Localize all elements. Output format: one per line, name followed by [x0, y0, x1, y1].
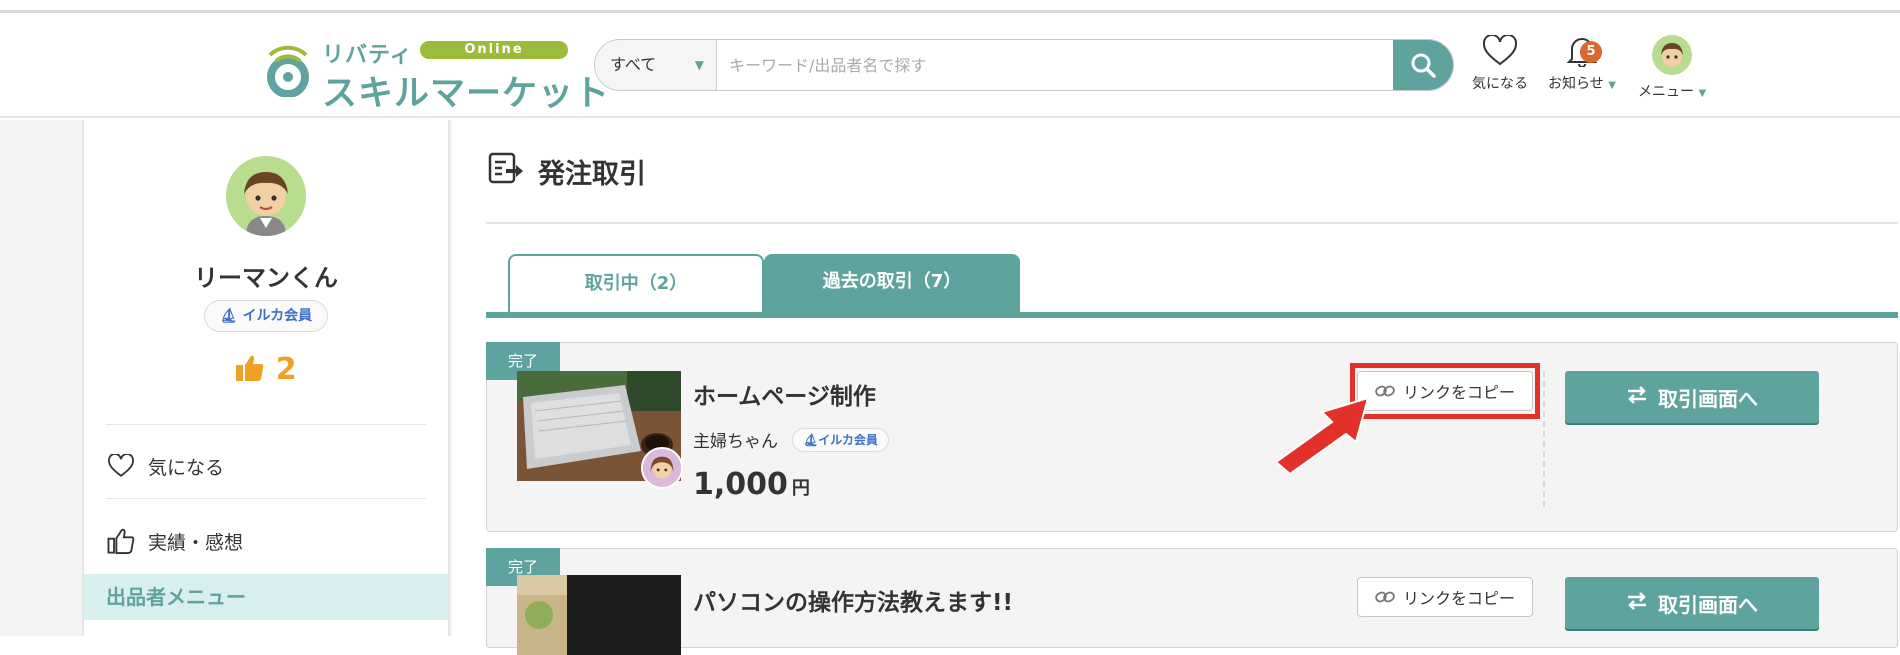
- sidebar-item-label: 実績・感想: [148, 531, 244, 554]
- thumbs-up-filled-icon: [236, 355, 264, 381]
- tab-in-progress[interactable]: 取引中（2）: [508, 254, 764, 312]
- logo-online-tag: Online: [420, 41, 568, 59]
- user-avatar-image: [226, 156, 306, 236]
- logo-brand-main: スキルマーケット: [322, 74, 611, 114]
- seller-menu-header[interactable]: 出品者メニュー: [84, 574, 448, 620]
- dashed-divider: [1543, 371, 1545, 507]
- divider: [106, 498, 426, 499]
- heart-icon: [106, 454, 136, 478]
- sidebar-item-favorites[interactable]: 気になる: [106, 446, 426, 486]
- computer-photo-image: [517, 575, 681, 655]
- dolphin-icon: ⛵︎: [803, 432, 819, 447]
- header-menu[interactable]: メニュー ▼: [1638, 35, 1706, 101]
- annotation-arrow-icon: [1276, 396, 1370, 476]
- thumbs-up-icon: [106, 528, 136, 554]
- wifi-logo-icon: [267, 45, 309, 97]
- order-card: 完了 パソコンの操作方法教えます!! リンクをコピー 取引画面へ: [486, 548, 1898, 655]
- sidebar: リーマンくん ⛵︎ イルカ会員 2 気になる 実績・感想 出品者メニュー: [82, 120, 450, 636]
- copy-link-label: リンクをコピー: [1402, 589, 1515, 608]
- seller-info: 主婦ちゃん ⛵︎イルカ会員: [693, 427, 889, 452]
- member-badge-label: イルカ会員: [242, 308, 313, 324]
- avatar: [1652, 35, 1693, 75]
- price-currency: 円: [791, 478, 810, 499]
- sidebar-item-label: 気になる: [148, 456, 225, 479]
- header-notifications[interactable]: 5 お知らせ ▼: [1548, 35, 1616, 93]
- page-body: リーマンくん ⛵︎ イルカ会員 2 気になる 実績・感想 出品者メニュー 発注取…: [0, 120, 1900, 655]
- user-avatar: [226, 156, 306, 236]
- likes-count-wrap: 2: [84, 352, 448, 387]
- seller-avatar[interactable]: [641, 447, 683, 489]
- dropdown-triangle-icon: ▼: [1608, 80, 1616, 91]
- likes-count: 2: [275, 352, 297, 387]
- tab-underline: [486, 312, 1898, 318]
- tab-past-orders[interactable]: 過去の取引（7）: [764, 254, 1020, 312]
- seller-avatar-image: [643, 449, 681, 487]
- copy-link-button[interactable]: リンクをコピー: [1357, 577, 1533, 617]
- page-title: 発注取引: [488, 152, 646, 191]
- open-transaction-button[interactable]: 取引画面へ: [1565, 577, 1819, 629]
- swap-arrows-icon: [1626, 591, 1648, 616]
- notifications-label: お知らせ: [1548, 76, 1604, 92]
- search-category-select[interactable]: すべて ▼: [595, 40, 717, 90]
- menu-label-wrap: メニュー ▼: [1638, 81, 1706, 101]
- swap-arrows-icon: [1626, 385, 1648, 410]
- notification-count-badge: 5: [1580, 41, 1602, 63]
- open-transaction-button[interactable]: 取引画面へ: [1565, 371, 1819, 423]
- order-title[interactable]: パソコンの操作方法教えます!!: [693, 583, 1013, 617]
- divider: [106, 424, 426, 425]
- link-icon: [1375, 588, 1395, 606]
- dolphin-icon: ⛵︎: [219, 308, 238, 324]
- title-divider: [486, 222, 1898, 224]
- search-input[interactable]: [719, 40, 1329, 90]
- highlight-box: [1350, 363, 1540, 419]
- order-thumbnail[interactable]: [517, 575, 681, 655]
- order-card: 完了 ホームページ制作 主婦ちゃん ⛵︎イルカ会員 1,000 円 リンクをコピ…: [486, 342, 1898, 532]
- seller-member-badge: ⛵︎イルカ会員: [792, 427, 889, 452]
- menu-label: メニュー: [1638, 84, 1694, 100]
- header-favorites[interactable]: 気になる: [1472, 33, 1528, 93]
- dropdown-triangle-icon: ▼: [1698, 88, 1707, 99]
- open-transaction-label: 取引画面へ: [1658, 592, 1758, 617]
- order-title[interactable]: ホームページ制作: [693, 377, 876, 411]
- main-content: 発注取引 取引中（2） 過去の取引（7） 完了 ホームページ制作 主婦ちゃん ⛵…: [452, 120, 1900, 655]
- member-badge: ⛵︎ イルカ会員: [204, 300, 328, 332]
- seller-member-badge-label: イルカ会員: [818, 432, 878, 447]
- chevron-down-icon: ▼: [694, 58, 704, 72]
- search-button[interactable]: [1393, 40, 1453, 90]
- user-name: リーマンくん: [194, 264, 338, 292]
- notifications-label-wrap: お知らせ ▼: [1548, 73, 1616, 93]
- order-price: 1,000 円: [693, 467, 810, 502]
- site-header: リバティ Online スキルマーケット すべて ▼ 気になる 5 お知らせ ▼…: [0, 13, 1900, 118]
- search-icon: [1411, 53, 1436, 78]
- search-category-value: すべて: [610, 55, 657, 74]
- price-value: 1,000: [693, 467, 788, 502]
- search-bar: すべて ▼: [594, 39, 1454, 91]
- page-title-text: 発注取引: [538, 159, 646, 190]
- seller-name[interactable]: 主婦ちゃん: [693, 427, 778, 452]
- order-list-icon: [488, 152, 524, 191]
- open-transaction-label: 取引画面へ: [1658, 386, 1758, 411]
- sidebar-item-reviews[interactable]: 実績・感想: [106, 521, 426, 561]
- favorites-label: 気になる: [1472, 76, 1528, 92]
- heart-icon: [1482, 33, 1518, 66]
- site-logo[interactable]: リバティ Online スキルマーケット: [260, 33, 609, 114]
